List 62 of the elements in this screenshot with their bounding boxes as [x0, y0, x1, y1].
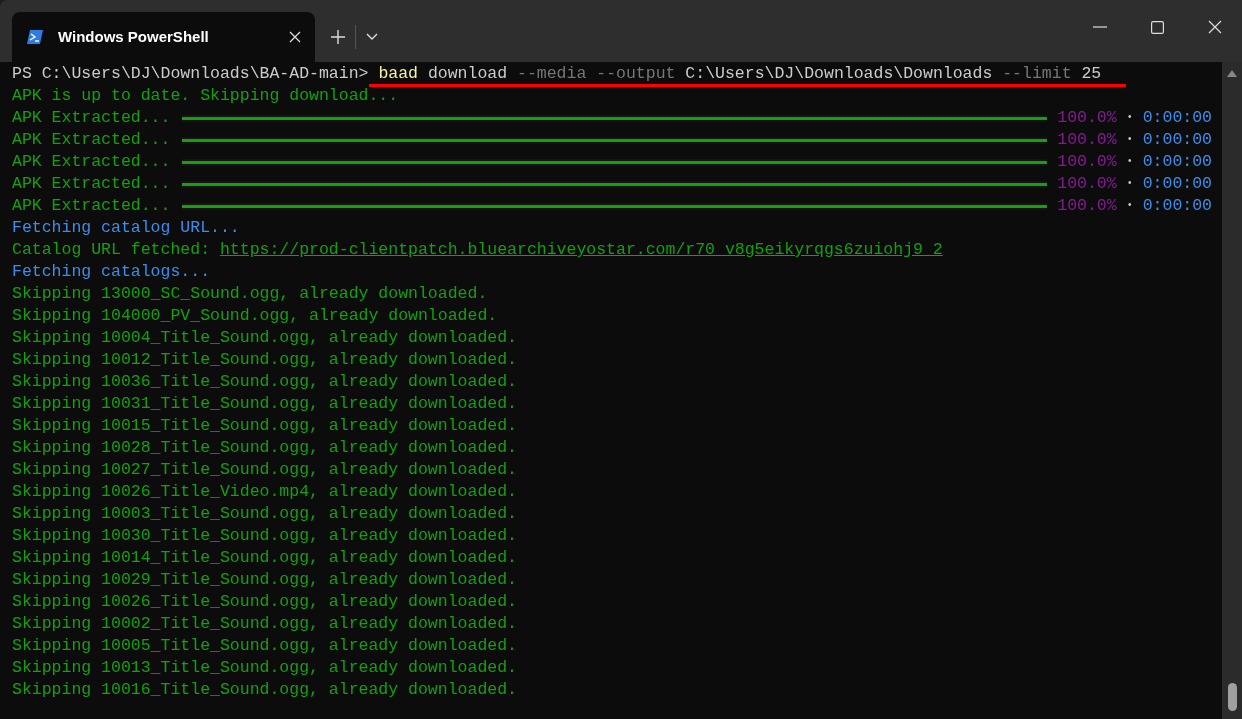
elapsed-time: 0:00:00	[1142, 195, 1212, 217]
output-line: APK is up to date. Skipping download...	[12, 85, 399, 107]
command-text: --limit	[1002, 63, 1072, 85]
output-line: Skipping 13000_SC_Sound.ogg, already downloaded.	[12, 283, 488, 305]
separator-dot: •	[1126, 111, 1133, 125]
elapsed-time: 0:00:00	[1142, 173, 1212, 195]
output-line: Skipping 104000_PV_Sound.ogg, already downloaded.	[12, 305, 498, 327]
command-text: --output	[595, 63, 676, 85]
catalog-link[interactable]: https://prod-clientpatch.bluearchiveyostar.com/r70_v8g5eikyrqgs6zuiohj9_2	[219, 239, 943, 261]
command-text: C:\Users\DJ\Downloads\Downloads	[684, 63, 994, 85]
progress-label: APK Extracted...	[12, 151, 171, 173]
command-text: baad	[378, 63, 418, 85]
progress-percent: 100.0%	[1057, 173, 1117, 195]
elapsed-time: 0:00:00	[1142, 107, 1212, 129]
prompt-text: PS C:\Users\DJ\Downloads\BA-AD-main>	[12, 63, 370, 85]
separator-dot: •	[1126, 133, 1133, 147]
new-tab-icon[interactable]	[331, 30, 345, 44]
output-line: Skipping 10015_Title_Sound.ogg, already downloaded.	[12, 415, 517, 437]
terminal-tab[interactable]: Windows PowerShell	[12, 12, 315, 62]
command-text: 25	[1080, 63, 1102, 85]
output-line: Skipping 10013_Title_Sound.ogg, already downloaded.	[12, 657, 517, 679]
separator-dot: •	[1126, 155, 1133, 169]
tab-title: Windows PowerShell	[58, 26, 210, 47]
dropdown-icon[interactable]	[366, 33, 378, 41]
output-line: Skipping 10027_Title_Sound.ogg, already downloaded.	[12, 459, 517, 481]
output-line: Skipping 10026_Title_Sound.ogg, already downloaded.	[12, 591, 517, 613]
scroll-up-icon[interactable]	[1227, 70, 1237, 77]
progress-label: APK Extracted...	[12, 195, 171, 217]
output-line: Skipping 10026_Title_Video.mp4, already downloaded.	[12, 481, 517, 503]
command-text: --media	[517, 63, 587, 85]
progress-label: APK Extracted...	[12, 173, 171, 195]
maximize-icon[interactable]	[1151, 20, 1164, 34]
output-line: Skipping 10029_Title_Sound.ogg, already downloaded.	[12, 569, 517, 591]
output-line: Skipping 10036_Title_Sound.ogg, already downloaded.	[12, 371, 517, 393]
output-line: Skipping 10005_Title_Sound.ogg, already downloaded.	[12, 635, 517, 657]
output-line: Skipping 10002_Title_Sound.ogg, already downloaded.	[12, 613, 517, 635]
output-line: Catalog URL fetched:	[12, 239, 212, 261]
output-line: Skipping 10003_Title_Sound.ogg, already downloaded.	[12, 503, 517, 525]
output-line: Fetching catalog URL...	[12, 217, 240, 239]
close-window-icon[interactable]	[1208, 20, 1222, 34]
output-line: Fetching catalogs...	[12, 261, 211, 283]
command-text: download	[426, 63, 509, 85]
output-line: Skipping 10014_Title_Sound.ogg, already downloaded.	[12, 547, 517, 569]
elapsed-time: 0:00:00	[1142, 129, 1212, 151]
output-line: Skipping 10031_Title_Sound.ogg, already downloaded.	[12, 393, 517, 415]
progress-label: APK Extracted...	[12, 107, 171, 129]
elapsed-time: 0:00:00	[1142, 151, 1212, 173]
progress-label: APK Extracted...	[12, 129, 171, 151]
progress-percent: 100.0%	[1057, 151, 1117, 173]
separator-dot: •	[1126, 199, 1133, 213]
output-line: Skipping 10012_Title_Sound.ogg, already downloaded.	[12, 349, 517, 371]
progress-percent: 100.0%	[1057, 129, 1117, 151]
output-line: Skipping 10004_Title_Sound.ogg, already downloaded.	[12, 327, 517, 349]
progress-percent: 100.0%	[1057, 107, 1117, 129]
progress-percent: 100.0%	[1057, 195, 1117, 217]
scroll-thumb[interactable]	[1227, 683, 1237, 711]
close-icon[interactable]	[289, 31, 301, 43]
output-line: Skipping 10016_Title_Sound.ogg, already downloaded.	[12, 679, 517, 701]
output-line: Skipping 10030_Title_Sound.ogg, already downloaded.	[12, 525, 517, 547]
output-line: Skipping 10028_Title_Sound.ogg, already downloaded.	[12, 437, 517, 459]
separator-dot: •	[1126, 177, 1133, 191]
powershell-icon	[26, 29, 44, 45]
